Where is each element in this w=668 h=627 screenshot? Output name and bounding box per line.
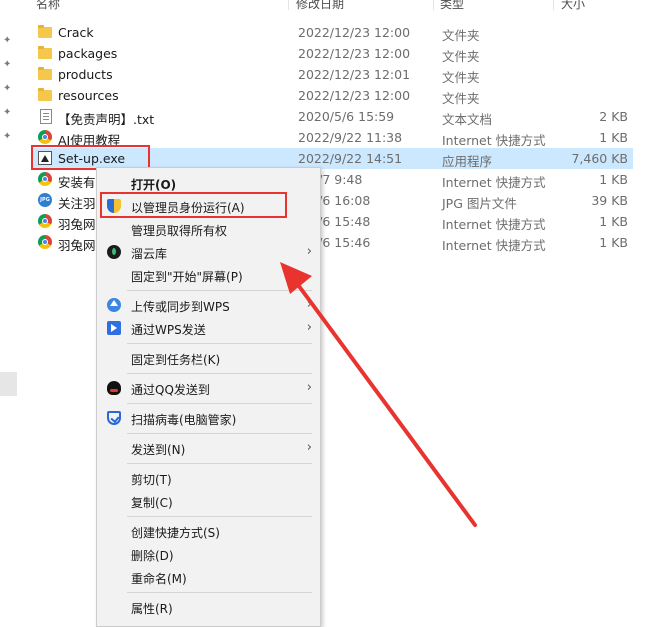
annotation-arrow <box>280 262 477 527</box>
